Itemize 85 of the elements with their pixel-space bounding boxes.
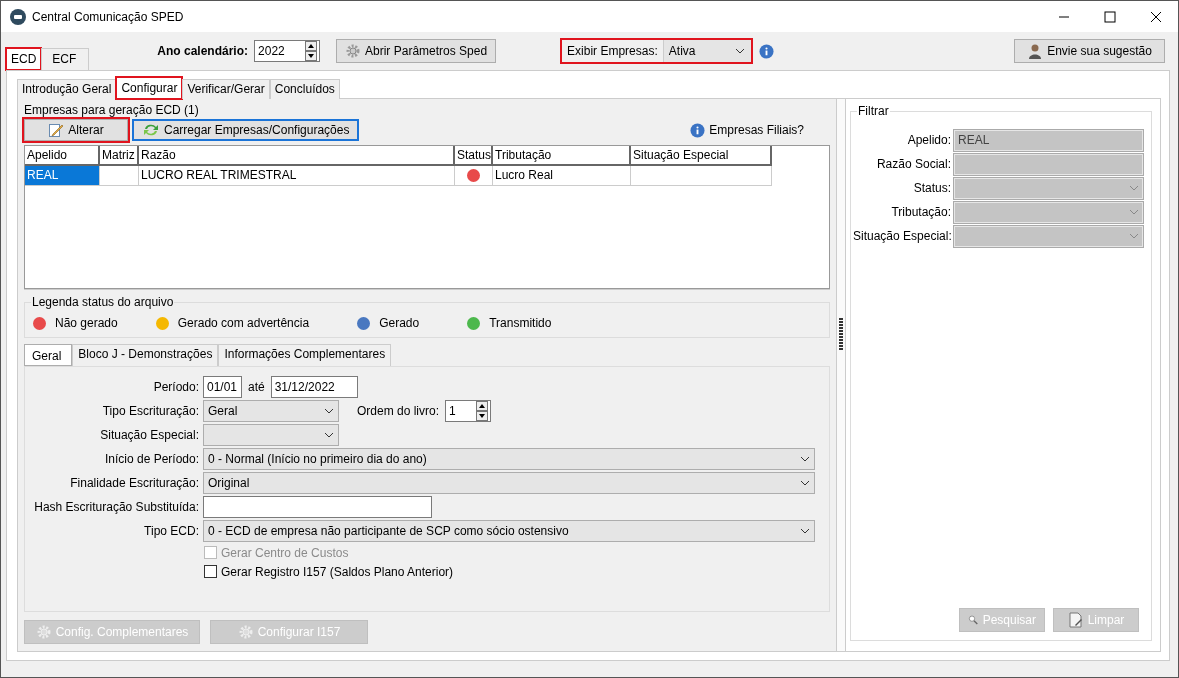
tab[interactable]: Informações Complementares: [218, 344, 392, 366]
field-label: Ordem do livro:: [357, 404, 440, 418]
tab[interactable]: ECF: [41, 48, 90, 71]
splitter-handle-icon[interactable]: [839, 318, 843, 352]
show-companies-label: Exibir Empresas:: [566, 44, 659, 58]
edit-button[interactable]: Alterar: [24, 119, 128, 141]
pencil-icon: [48, 122, 65, 138]
legend-label: Transmitido: [489, 316, 552, 330]
gear-icon: [345, 43, 362, 59]
table-cell: [100, 166, 139, 186]
period-start-dropdown[interactable]: 0 - Normal (Início no primeiro dia do ano): [203, 448, 815, 470]
book-order-spinner[interactable]: 1: [445, 400, 492, 422]
column-header[interactable]: Situação Especial: [631, 146, 772, 166]
group-title: Filtrar: [857, 104, 890, 118]
field-label: Tributação:: [890, 205, 951, 219]
tab[interactable]: Bloco J - Demonstrações: [72, 344, 219, 366]
end-date-field[interactable]: 31/12/2022: [270, 376, 358, 398]
info-icon: [690, 122, 706, 138]
legend-label: Gerado: [379, 316, 420, 330]
reload-button[interactable]: Carregar Empresas/Configurações: [132, 119, 360, 141]
field-label: Tipo ECD:: [143, 524, 199, 538]
chevron-down-icon: [1129, 185, 1139, 191]
column-header[interactable]: Tributação: [493, 146, 631, 166]
document-pencil-icon: [1067, 612, 1084, 628]
window-title: Central Comunicação SPED: [32, 9, 184, 24]
group-title: Legenda status do arquivo: [31, 295, 175, 309]
checkbox-label: Gerar Centro de Custos: [221, 545, 349, 560]
date-separator: até: [248, 380, 265, 394]
tab[interactable]: Configurar: [116, 77, 183, 99]
field-label: Situação Especial:: [853, 229, 951, 243]
close-icon[interactable]: [1150, 10, 1162, 23]
field-label: Status:: [912, 181, 951, 195]
field-label: Apelido:: [906, 133, 951, 147]
tab[interactable]: Verificar/Gerar: [182, 79, 270, 99]
chevron-down-icon: [734, 48, 745, 54]
legend-label: Não gerado: [55, 316, 118, 330]
field-label: Tipo Escrituração:: [101, 404, 199, 418]
column-header[interactable]: Razão: [139, 146, 455, 166]
field-label: Início de Período:: [103, 452, 199, 466]
suggestion-button[interactable]: Envie sua sugestão: [1014, 39, 1165, 63]
tab[interactable]: Introdução Geral: [17, 79, 117, 99]
ecd-type-dropdown[interactable]: 0 - ECD de empresa não participante de SCP como sócio ostensivo: [203, 520, 815, 542]
checkbox[interactable]: [204, 565, 217, 578]
filter-input-field[interactable]: REAL: [954, 129, 1143, 151]
column-header[interactable]: Matriz: [100, 146, 139, 166]
chevron-down-icon: [800, 528, 810, 534]
chevron-down-icon: [1129, 209, 1139, 215]
refresh-icon: [142, 122, 160, 138]
bookkeeping-type-dropdown[interactable]: Geral: [203, 400, 339, 422]
chevron-down-icon: [800, 456, 810, 462]
filter-input-field[interactable]: [954, 153, 1143, 175]
tab[interactable]: Geral: [24, 344, 73, 366]
field-label: Hash Escrituração Substituída:: [33, 500, 199, 514]
chevron-down-icon: [324, 408, 334, 414]
person-icon: [1027, 43, 1044, 59]
table-cell: Lucro Real: [493, 166, 631, 186]
table-cell[interactable]: REAL: [25, 166, 100, 186]
start-date-field[interactable]: 01/01: [203, 376, 242, 398]
spin-arrows-icon[interactable]: [305, 41, 318, 61]
column-header[interactable]: Status: [455, 146, 493, 166]
app-logo-icon: [10, 8, 26, 25]
gear-icon: [35, 624, 52, 640]
branch-companies-link[interactable]: Empresas Filiais?: [709, 123, 804, 137]
field-label: Situação Especial:: [99, 428, 199, 442]
chevron-down-icon: [324, 432, 334, 438]
field-label: Período:: [152, 380, 199, 394]
year-label: Ano calendário:: [157, 44, 249, 58]
purpose-dropdown[interactable]: Original: [203, 472, 815, 494]
table-cell: LUCRO REAL TRIMESTRAL: [139, 166, 455, 186]
field-label: Razão Social:: [875, 157, 951, 171]
info-icon[interactable]: [758, 43, 774, 59]
legend-label: Gerado com advertência: [177, 316, 310, 330]
chevron-down-icon: [1129, 233, 1139, 239]
open-parameters-button[interactable]: Abrir Parâmetros Sped: [336, 39, 497, 63]
year-spinner[interactable]: 2022: [254, 40, 321, 62]
maximize-icon[interactable]: [1104, 10, 1116, 23]
show-companies-dropdown[interactable]: Ativa: [662, 40, 751, 62]
hash-field[interactable]: [203, 496, 432, 518]
spin-arrows-icon[interactable]: [476, 401, 489, 421]
chevron-down-icon: [800, 480, 810, 486]
checkbox-label: Gerar Registro I157 (Saldos Plano Anterior): [221, 564, 454, 579]
field-label: Finalidade Escrituração:: [69, 476, 199, 490]
gear-icon: [237, 624, 254, 640]
tab[interactable]: ECD: [6, 48, 42, 70]
tab[interactable]: Concluídos: [269, 79, 340, 99]
